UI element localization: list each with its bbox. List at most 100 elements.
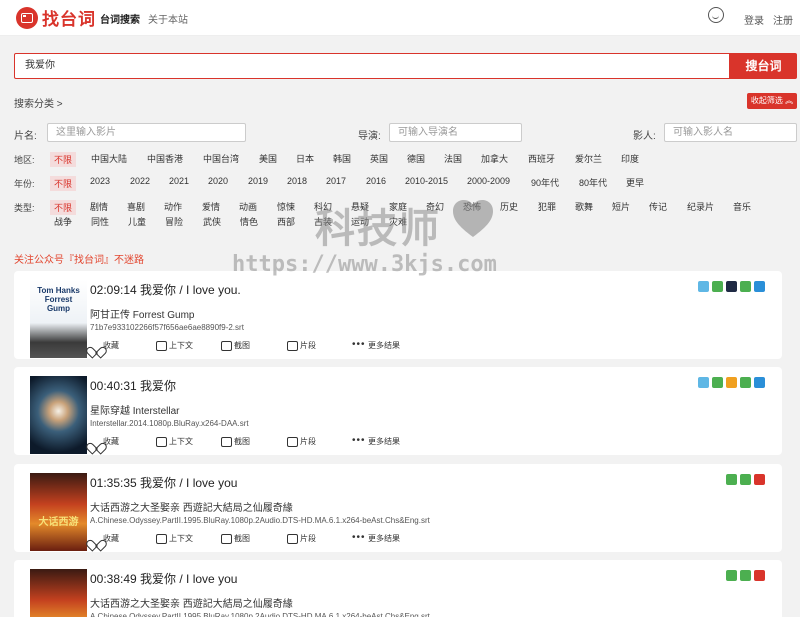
- source-icon[interactable]: [712, 377, 723, 388]
- source-icon[interactable]: [754, 377, 765, 388]
- source-icon[interactable]: [726, 281, 737, 292]
- source-icon[interactable]: [740, 377, 751, 388]
- filter-option[interactable]: 儿童: [128, 215, 146, 228]
- filter-option[interactable]: 西部: [277, 215, 295, 228]
- filter-option[interactable]: 80年代: [579, 176, 607, 189]
- filter-option[interactable]: 犯罪: [538, 200, 556, 213]
- filter-option[interactable]: 印度: [621, 152, 639, 165]
- filter-title[interactable]: 搜索分类 >: [14, 95, 63, 110]
- favorite-button[interactable]: 收藏: [90, 436, 119, 447]
- filter-option[interactable]: 2019: [248, 176, 268, 186]
- filter-option[interactable]: 2018: [287, 176, 307, 186]
- filter-option[interactable]: 情色: [240, 215, 258, 228]
- clip-button[interactable]: 片段: [287, 340, 316, 351]
- filter-option[interactable]: 2021: [169, 176, 189, 186]
- title-input[interactable]: 这里输入影片: [47, 123, 246, 142]
- source-icon[interactable]: [754, 570, 765, 581]
- more-results-button[interactable]: ••• 更多结果: [352, 532, 400, 544]
- filter-option[interactable]: 韩国: [333, 152, 351, 165]
- context-button[interactable]: 上下文: [156, 533, 193, 544]
- result-card[interactable]: 00:40:31 我爱你 星际穿越 Interstellar Interstella…: [14, 367, 782, 455]
- source-icon[interactable]: [740, 570, 751, 581]
- source-icon[interactable]: [740, 281, 751, 292]
- clip-button[interactable]: 片段: [287, 436, 316, 447]
- context-button[interactable]: 上下文: [156, 340, 193, 351]
- source-icon[interactable]: [698, 377, 709, 388]
- site-logo[interactable]: 找台词: [16, 5, 96, 30]
- result-timestamp-line[interactable]: 02:09:14 我爱你 / I love you.: [90, 281, 241, 298]
- login-link[interactable]: 登录: [744, 12, 764, 27]
- result-timestamp-line[interactable]: 01:35:35 我爱你 / I love you: [90, 474, 237, 491]
- filter-option[interactable]: 90年代: [531, 176, 559, 189]
- filter-option[interactable]: 2000-2009: [467, 176, 510, 186]
- favorite-button[interactable]: 收藏: [90, 533, 119, 544]
- filter-option[interactable]: 传记: [649, 200, 667, 213]
- actor-input[interactable]: 可输入影人名: [664, 123, 797, 142]
- source-icon[interactable]: [726, 474, 737, 485]
- filter-option[interactable]: 历史: [500, 200, 518, 213]
- nav-subtitle-search[interactable]: 台词搜索: [100, 11, 140, 26]
- filter-option[interactable]: 动作: [164, 200, 182, 213]
- screenshot-button[interactable]: 截图: [221, 340, 250, 351]
- filter-option[interactable]: 2016: [366, 176, 386, 186]
- movie-name[interactable]: 大话西游之大圣娶亲 西遊記大結局之仙履奇緣: [90, 595, 293, 610]
- result-timestamp-line[interactable]: 00:38:49 我爱你 / I love you: [90, 570, 237, 587]
- director-input[interactable]: 可输入导演名: [389, 123, 522, 142]
- filter-option[interactable]: 法国: [444, 152, 462, 165]
- filter-option[interactable]: 2010-2015: [405, 176, 448, 186]
- source-icon[interactable]: [698, 281, 709, 292]
- filter-option[interactable]: 剧情: [90, 200, 108, 213]
- filter-option[interactable]: 日本: [296, 152, 314, 165]
- filter-option[interactable]: 武侠: [203, 215, 221, 228]
- filter-option[interactable]: 不限: [50, 176, 77, 191]
- filter-option[interactable]: 美国: [259, 152, 277, 165]
- filter-option[interactable]: 西班牙: [528, 152, 555, 165]
- filter-option[interactable]: 战争: [54, 215, 72, 228]
- movie-poster[interactable]: 大话西游: [30, 473, 87, 551]
- filter-option[interactable]: 歌舞: [575, 200, 593, 213]
- filter-option[interactable]: 爱情: [202, 200, 220, 213]
- source-icon[interactable]: [726, 570, 737, 581]
- filter-option[interactable]: 2022: [130, 176, 150, 186]
- filter-option[interactable]: 2023: [90, 176, 110, 186]
- movie-poster[interactable]: [30, 569, 87, 617]
- filter-option[interactable]: 动画: [239, 200, 257, 213]
- filter-option[interactable]: 纪录片: [687, 200, 714, 213]
- filter-option[interactable]: 中国香港: [147, 152, 183, 165]
- more-results-button[interactable]: ••• 更多结果: [352, 435, 400, 447]
- source-icon[interactable]: [754, 281, 765, 292]
- result-card[interactable]: 大话西游 01:35:35 我爱你 / I love you 大话西游之大圣娶亲 西…: [14, 464, 782, 552]
- nav-about[interactable]: 关于本站: [148, 11, 188, 26]
- result-card[interactable]: 00:38:49 我爱你 / I love you 大话西游之大圣娶亲 西遊記大結…: [14, 560, 782, 617]
- filter-option[interactable]: 加拿大: [481, 152, 508, 165]
- result-timestamp-line[interactable]: 00:40:31 我爱你: [90, 377, 176, 394]
- filter-option[interactable]: 短片: [612, 200, 630, 213]
- movie-name[interactable]: 星际穿越 Interstellar: [90, 402, 179, 417]
- filter-option[interactable]: 德国: [407, 152, 425, 165]
- context-button[interactable]: 上下文: [156, 436, 193, 447]
- filter-option[interactable]: 英国: [370, 152, 388, 165]
- clip-button[interactable]: 片段: [287, 533, 316, 544]
- search-button[interactable]: 搜台词: [730, 53, 797, 79]
- filter-option[interactable]: 中国大陆: [91, 152, 127, 165]
- filter-option[interactable]: 惊悚: [277, 200, 295, 213]
- filter-option[interactable]: 中国台湾: [203, 152, 239, 165]
- collapse-filters-button[interactable]: 收起筛选 ︽: [747, 93, 797, 109]
- source-icon[interactable]: [740, 474, 751, 485]
- result-card[interactable]: Tom Hanks Forrest Gump 02:09:14 我爱你 / I l…: [14, 271, 782, 359]
- filter-option[interactable]: 音乐: [733, 200, 751, 213]
- filter-option[interactable]: 2020: [208, 176, 228, 186]
- filter-option[interactable]: 爱尔兰: [575, 152, 602, 165]
- movie-name[interactable]: 阿甘正传 Forrest Gump: [90, 306, 194, 321]
- source-icon[interactable]: [754, 474, 765, 485]
- filter-option[interactable]: 不限: [50, 200, 77, 215]
- screenshot-button[interactable]: 截图: [221, 533, 250, 544]
- filter-option[interactable]: 冒险: [165, 215, 183, 228]
- filter-option[interactable]: 同性: [91, 215, 109, 228]
- register-link[interactable]: 注册: [773, 12, 793, 27]
- search-input[interactable]: 我爱你: [14, 53, 730, 79]
- filter-option[interactable]: 2017: [326, 176, 346, 186]
- filter-option[interactable]: 喜剧: [127, 200, 145, 213]
- movie-poster[interactable]: Tom Hanks Forrest Gump: [30, 280, 87, 358]
- favorite-button[interactable]: 收藏: [90, 340, 119, 351]
